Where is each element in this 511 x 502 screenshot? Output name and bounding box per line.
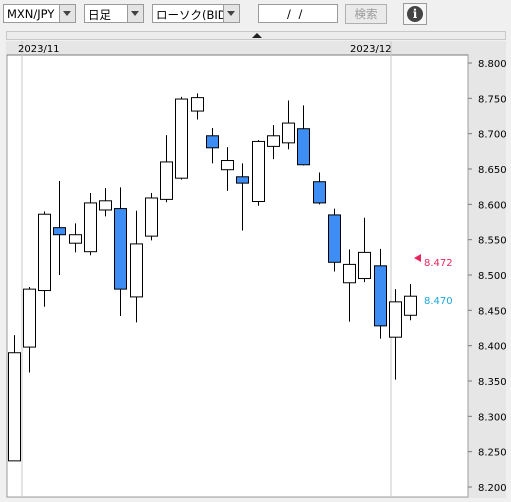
y-tick-label: 8.400	[478, 342, 507, 353]
candle-body	[160, 161, 173, 200]
candle-body	[53, 227, 66, 236]
y-tick-label: 8.550	[478, 236, 507, 247]
x-tick-label: 2023/11	[18, 44, 60, 55]
candle	[252, 140, 265, 206]
candle-body	[374, 265, 387, 327]
candle-body	[99, 200, 112, 211]
candle-body	[130, 243, 143, 298]
candle-body	[175, 98, 188, 179]
bid-price-label: 8.472	[424, 258, 453, 269]
y-tick-label: 8.750	[478, 94, 507, 105]
candle-body	[206, 135, 219, 149]
y-tick-label: 8.700	[478, 130, 507, 141]
candle	[328, 208, 341, 272]
candle	[175, 96, 188, 180]
candle-body	[358, 251, 371, 280]
candle-body	[114, 208, 127, 290]
y-tick-label: 8.300	[478, 412, 507, 423]
x-tick-label: 2023/12	[350, 44, 392, 55]
candle-body	[191, 97, 204, 112]
candle	[8, 335, 21, 462]
candle-body	[69, 234, 82, 244]
candle-body	[84, 202, 97, 253]
candle-body	[267, 135, 280, 147]
candle-body	[343, 263, 356, 284]
candlestick-chart: 2023/11 2023/12 8.800 8.750 8.700 8.650 8.60…	[6, 41, 507, 498]
y-tick-label: 8.650	[478, 165, 507, 176]
candle-body	[38, 213, 51, 292]
candle-body	[252, 140, 265, 203]
candle-body	[8, 352, 21, 462]
candle-body	[221, 160, 234, 171]
candle	[145, 193, 158, 241]
y-tick-label: 8.200	[478, 483, 507, 494]
candle-body	[328, 214, 341, 263]
ask-price-label: 8.470	[424, 296, 453, 307]
plot-area	[6, 54, 469, 498]
candle-body	[297, 128, 310, 166]
candle-body	[282, 122, 295, 144]
candle-body	[404, 295, 417, 316]
y-tick-label: 8.800	[478, 59, 507, 70]
y-tick-label: 8.250	[478, 448, 507, 459]
y-tick-label: 8.600	[478, 200, 507, 211]
candle-body	[145, 197, 158, 237]
candle-body	[23, 288, 36, 348]
y-tick-label: 8.500	[478, 271, 507, 282]
y-tick-label: 8.450	[478, 306, 507, 317]
candle-body	[236, 176, 249, 184]
candle-body	[313, 181, 326, 204]
y-tick-label: 8.350	[478, 377, 507, 388]
candle-body	[389, 301, 402, 338]
